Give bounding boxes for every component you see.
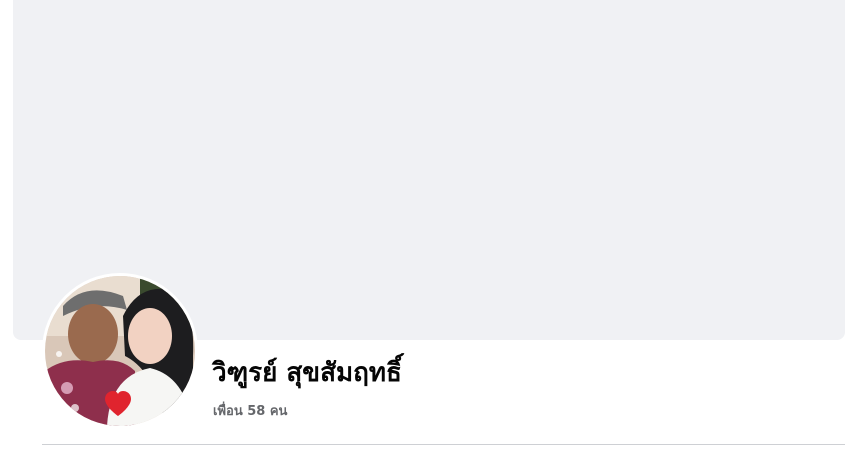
divider: [42, 444, 845, 445]
avatar[interactable]: [45, 276, 195, 426]
profile-picture[interactable]: [42, 273, 198, 429]
profile-page: วิฑูรย์ สุขสัมฤทธิ์ เพื่อน 58 คน: [0, 0, 845, 464]
profile-name[interactable]: วิฑูรย์ สุขสัมฤทธิ์: [212, 358, 402, 389]
friends-count[interactable]: เพื่อน 58 คน: [213, 400, 287, 421]
avatar-photo: [45, 276, 195, 426]
